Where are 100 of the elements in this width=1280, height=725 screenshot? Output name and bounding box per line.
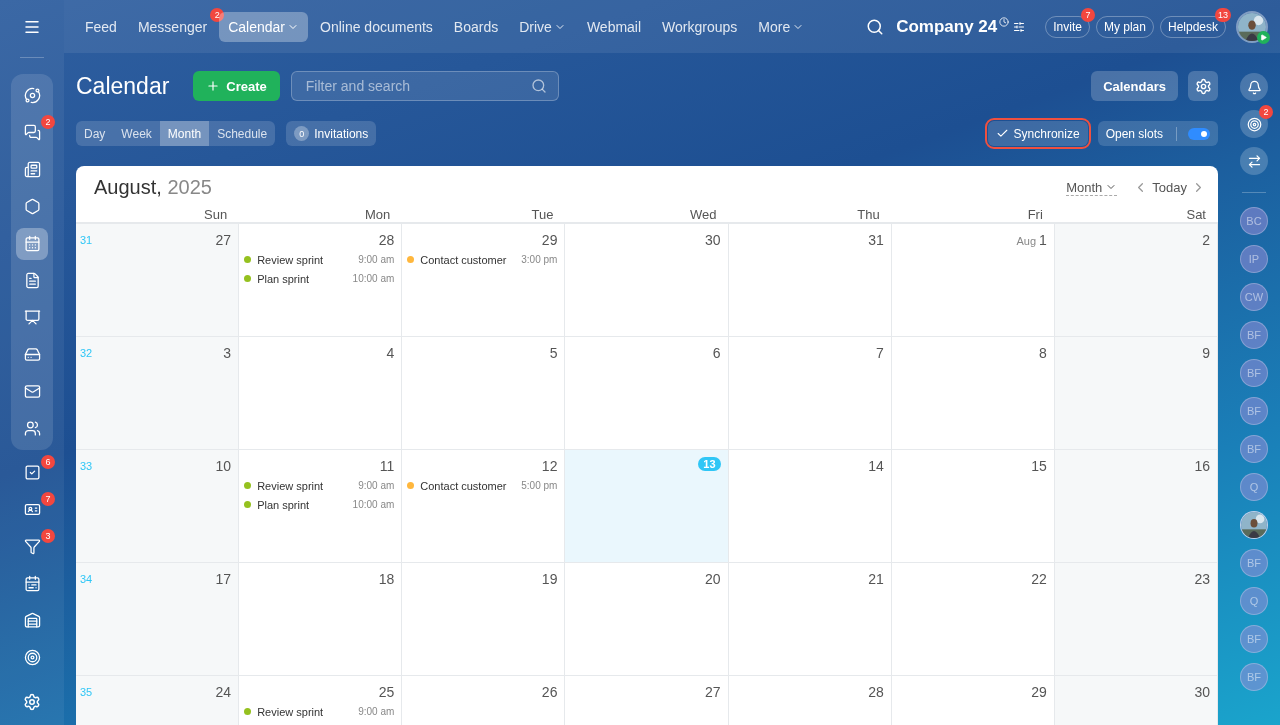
calendar-event[interactable]: Plan sprint 10:00 am (243, 269, 395, 288)
day-number: 18 (378, 571, 395, 587)
settings-button[interactable] (23, 693, 41, 711)
sidebar-item[interactable] (23, 382, 41, 401)
day-cell[interactable]: 34 17 (76, 563, 240, 676)
sidebar-item[interactable] (23, 197, 41, 216)
day-cell[interactable]: 23 (1054, 563, 1218, 676)
count-badge: 2 (210, 7, 225, 22)
sidebar-item[interactable] (23, 271, 41, 290)
nav-tab[interactable]: Webmail (577, 11, 651, 42)
week-number: 31 (80, 234, 93, 246)
calendar-event[interactable]: Contact customer 5:00 pm (406, 476, 558, 495)
warehouse-icon (23, 612, 41, 629)
day-cell[interactable]: 14 (728, 450, 892, 563)
day-number: 30 (1194, 684, 1210, 700)
today-badge: 13 (698, 457, 721, 471)
tool-button[interactable] (1240, 73, 1268, 101)
nav-tab[interactable]: More (749, 11, 814, 42)
view-tab[interactable]: Week (113, 121, 160, 146)
day-cell[interactable]: 15 (891, 450, 1055, 563)
toggle-switch[interactable] (1188, 127, 1210, 140)
sidebar-item[interactable] (16, 227, 48, 260)
sidebar-item[interactable] (23, 86, 41, 105)
day-cell[interactable]: 18 (239, 563, 403, 676)
day-cell[interactable]: 22 (891, 563, 1055, 676)
sidebar-item[interactable] (23, 308, 41, 327)
tool-button[interactable] (1240, 110, 1268, 138)
day-cell[interactable]: 33 10 (76, 450, 240, 563)
weekday-label: Sun (203, 206, 229, 222)
day-number: 7 (875, 345, 884, 361)
day-number: 28 (378, 232, 395, 248)
day-cell[interactable]: 16 (1054, 450, 1218, 563)
day-cell[interactable]: 12 Contact customer 5:00 pm (402, 450, 566, 563)
day-cell[interactable]: 30 (565, 224, 729, 337)
day-cell[interactable]: 32 3 (76, 337, 240, 450)
day-cell[interactable]: 28 Review sprint 9:00 am Plan sprint 10:00 am (239, 224, 403, 337)
view-tab[interactable]: Day (76, 121, 114, 146)
hexagon-icon (23, 198, 41, 215)
weekday-label: Mon (364, 206, 392, 222)
user-avatar[interactable] (1236, 10, 1268, 43)
settings-button[interactable] (1188, 71, 1218, 101)
day-cell[interactable]: 31 (728, 224, 892, 337)
nav-tab[interactable]: Online documents (311, 11, 442, 42)
day-cell[interactable]: 29 Contact customer 3:00 pm (402, 224, 566, 337)
sidebar-item[interactable] (23, 648, 41, 667)
open-slots-label: Open slots (1105, 126, 1163, 141)
synchronize-button[interactable]: Synchronize (987, 121, 1088, 146)
day-cell[interactable]: 31 27 (76, 224, 240, 337)
search-icon[interactable] (866, 17, 885, 36)
drive-icon (23, 346, 41, 363)
day-cell[interactable]: 11 Review sprint 9:00 am Plan sprint 10:00 am (239, 450, 403, 563)
nav-tab[interactable]: Boards (444, 11, 508, 42)
sidebar-item[interactable] (23, 537, 41, 556)
day-cell[interactable]: 21 (728, 563, 892, 676)
day-number: 8 (1039, 345, 1047, 361)
day-cell[interactable]: Aug 1 (891, 224, 1055, 337)
day-cell[interactable]: 20 (565, 563, 729, 676)
week-number: 33 (80, 460, 93, 472)
day-cell[interactable]: 8 (891, 337, 1055, 450)
sidebar-item[interactable] (23, 574, 41, 593)
sidebar-item[interactable] (23, 611, 41, 630)
sliders-icon[interactable] (1013, 20, 1026, 33)
nav-tab[interactable]: Drive (510, 11, 575, 42)
calendars-button[interactable]: Calendars (1091, 71, 1178, 101)
nav-tab[interactable]: Messenger (128, 11, 209, 42)
day-cell[interactable]: 2 (1054, 224, 1218, 337)
calendar-event[interactable]: Contact customer 3:00 pm (406, 250, 558, 269)
day-cell[interactable]: 5 (402, 337, 566, 450)
sidebar-item[interactable] (23, 345, 41, 364)
sidebar-item[interactable] (23, 463, 41, 482)
day-cell[interactable]: 7 (728, 337, 892, 450)
day-cell[interactable]: 9 (1054, 337, 1218, 450)
day-cell[interactable]: 4 (239, 337, 403, 450)
check-icon (995, 127, 1009, 140)
view-dropdown[interactable]: Month (1066, 179, 1118, 196)
open-slots-button[interactable]: Open slots (1097, 121, 1218, 146)
view-tab[interactable]: Schedule (209, 121, 276, 146)
day-cell[interactable]: 30 (1054, 676, 1218, 725)
day-number: 12 (541, 458, 558, 474)
day-cell[interactable]: 35 24 (76, 676, 240, 725)
count-badge: 0 (294, 126, 310, 141)
calendar-list-icon (23, 575, 41, 592)
tool-button[interactable] (1240, 147, 1268, 175)
company-name: Company 24 (896, 16, 998, 37)
calendar-event[interactable]: Review sprint 9:00 am (243, 476, 395, 495)
sidebar-item[interactable] (23, 160, 41, 179)
calendar-event[interactable]: Review sprint 9:00 am (243, 250, 395, 269)
nav-tab[interactable]: Workgroups (653, 11, 747, 42)
today-button[interactable]: Today (1152, 180, 1187, 195)
day-cell[interactable]: 6 (565, 337, 729, 450)
calendar-event[interactable]: Plan sprint 10:00 am (243, 495, 395, 514)
day-number: 2 (1202, 232, 1210, 248)
day-cell[interactable]: 19 (402, 563, 566, 676)
invitations-button[interactable]: 0 Invitations (286, 121, 377, 146)
nav-tab[interactable]: Feed (76, 11, 126, 42)
sidebar-item[interactable] (23, 419, 41, 438)
calendar-event[interactable]: Review sprint 9:00 am (243, 702, 395, 721)
newspaper-icon (23, 161, 41, 178)
settings-icon (1194, 77, 1212, 95)
sidebar-item[interactable] (23, 123, 41, 142)
